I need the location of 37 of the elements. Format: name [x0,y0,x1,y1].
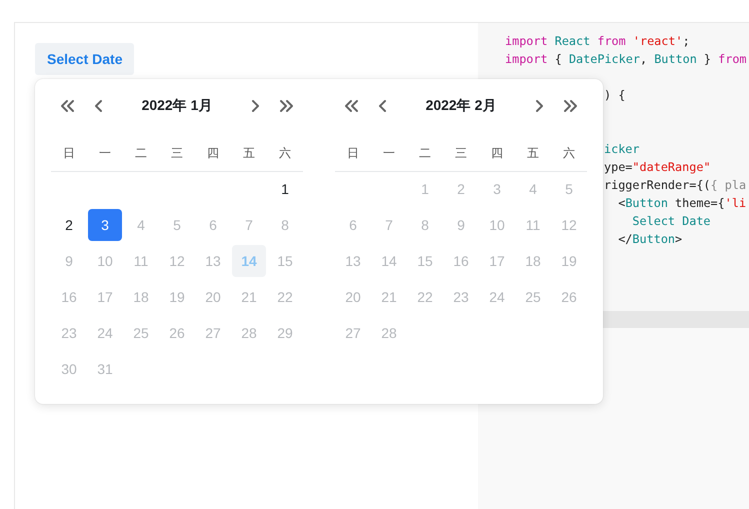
weekday-label: 一 [382,144,396,162]
weekday-label: 日 [62,144,76,162]
double-chevron-left-icon [59,99,75,113]
code-line: Select Date [631,213,711,230]
double-chevron-right-icon [279,99,295,113]
select-date-button[interactable]: Select Date [35,43,134,75]
weekday-label: 二 [134,144,148,162]
code-line: </Button> [617,231,682,248]
weekday-label: 三 [170,144,184,162]
calendar-day[interactable]: 1 [268,173,302,205]
double-chevron-right-icon [563,99,579,113]
code-line: riggerRender={({ pla [604,177,746,194]
weekday-label: 四 [490,144,504,162]
weekday-label: 三 [454,144,468,162]
chevron-right-icon [534,99,544,113]
weekday-label: 六 [278,144,292,162]
calendar-day[interactable]: 3 [88,209,122,241]
weekday-label: 六 [562,144,576,162]
chevron-left-icon [378,99,388,113]
month-title: 2022年 2月 [424,97,498,115]
code-line: icker [604,141,640,158]
weekday-label: 五 [526,144,540,162]
weekday-label: 四 [206,144,220,162]
code-line: ) { [604,87,626,104]
month-title: 2022年 1月 [140,97,214,115]
chevron-left-icon [94,99,104,113]
code-line: import { DatePicker, Button } from [505,51,747,68]
code-line: ype="dateRange" [604,159,711,176]
code-line: import React from 'react'; [505,33,690,50]
weekday-label: 一 [98,144,112,162]
weekday-label: 日 [346,144,360,162]
chevron-right-icon [250,99,260,113]
double-chevron-left-icon [343,99,359,113]
weekday-label: 五 [242,144,256,162]
code-line: <Button theme={'li [617,195,746,212]
calendar-day[interactable]: 2 [52,209,86,241]
weekday-label: 二 [418,144,432,162]
